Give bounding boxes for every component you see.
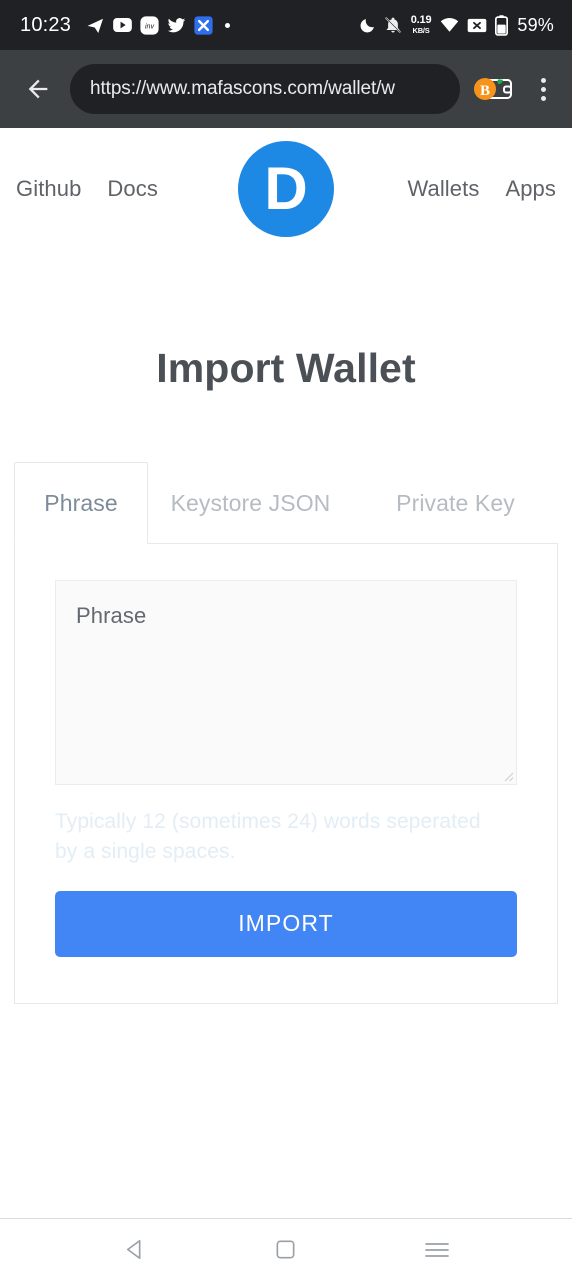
notification-icon-group: inv [86,15,231,35]
network-speed-value: 0.19 [410,14,432,27]
site-logo-letter: D [264,155,308,222]
network-speed-unit: KB/S [412,26,430,36]
more-notifications-dot [225,22,231,28]
x-app-icon [194,15,213,35]
nav-links-left: Github Docs [16,176,158,202]
nav-back-button[interactable] [105,1225,165,1275]
twitter-icon [167,16,186,35]
svg-text:inv: inv [145,22,155,30]
no-sim-icon [467,18,487,33]
url-bar[interactable]: https://www.mafascons.com/wallet/w [70,64,460,114]
inv-app-icon: inv [140,15,159,35]
nav-link-github[interactable]: Github [16,176,81,202]
svg-text:B: B [480,83,490,99]
nav-link-apps[interactable]: Apps [505,176,556,202]
page-title: Import Wallet [156,345,416,391]
phone-screen: 10:23 inv 0.19 KB/S 59% https://www.mafa… [0,0,572,1280]
browser-toolbar: https://www.mafascons.com/wallet/w B [0,50,572,128]
bell-muted-icon [384,16,402,34]
wifi-icon [440,17,459,33]
tab-phrase[interactable]: Phrase [14,462,148,544]
battery-icon [495,14,509,36]
menu-dot [540,95,546,101]
bitcoin-wallet-extension-icon[interactable]: B [470,67,516,111]
import-method-tabs: Phrase Keystore JSON Private Key [14,462,558,544]
browser-back-button[interactable] [16,67,60,111]
web-page-content: Github Docs D Wallets Apps Import Wallet… [0,128,572,1218]
network-speed-indicator: 0.19 KB/S [411,15,432,35]
phrase-tab-panel: Phrase Typically 12 (sometimes 24) words… [14,543,558,1004]
status-clock: 10:23 [20,13,72,36]
site-logo[interactable]: D [238,141,334,237]
import-button[interactable]: IMPORT [55,890,517,957]
phrase-input[interactable]: Phrase [55,580,517,785]
tab-private-key[interactable]: Private Key [353,462,558,544]
telegram-icon [86,16,105,35]
nav-recents-button[interactable] [407,1225,467,1275]
menu-dot [540,86,546,92]
android-navigation-bar [0,1218,572,1280]
nav-link-docs[interactable]: Docs [107,176,158,202]
status-bar-right: 0.19 KB/S 59% [359,15,554,36]
url-text: https://www.mafascons.com/wallet/w [90,78,395,99]
textarea-resize-handle[interactable] [500,768,514,782]
status-bar-left: 10:23 inv [20,13,231,37]
browser-menu-button[interactable] [526,67,560,111]
battery-percent-label: 59% [517,14,554,35]
phrase-helper-text: Typically 12 (sometimes 24) words sepera… [55,810,481,863]
nav-link-wallets[interactable]: Wallets [407,176,479,202]
site-header: Github Docs D Wallets Apps [0,128,572,250]
nav-home-button[interactable] [256,1225,316,1275]
phrase-input-placeholder: Phrase [76,603,147,628]
youtube-icon [113,16,132,35]
menu-dot [540,77,546,83]
import-wallet-card: Phrase Keystore JSON Private Key Phrase … [14,462,558,1004]
crescent-moon-icon [359,17,376,34]
tab-keystore-json[interactable]: Keystore JSON [148,462,353,544]
android-status-bar: 10:23 inv 0.19 KB/S 59% [0,0,572,50]
nav-links-right: Wallets Apps [407,176,556,202]
